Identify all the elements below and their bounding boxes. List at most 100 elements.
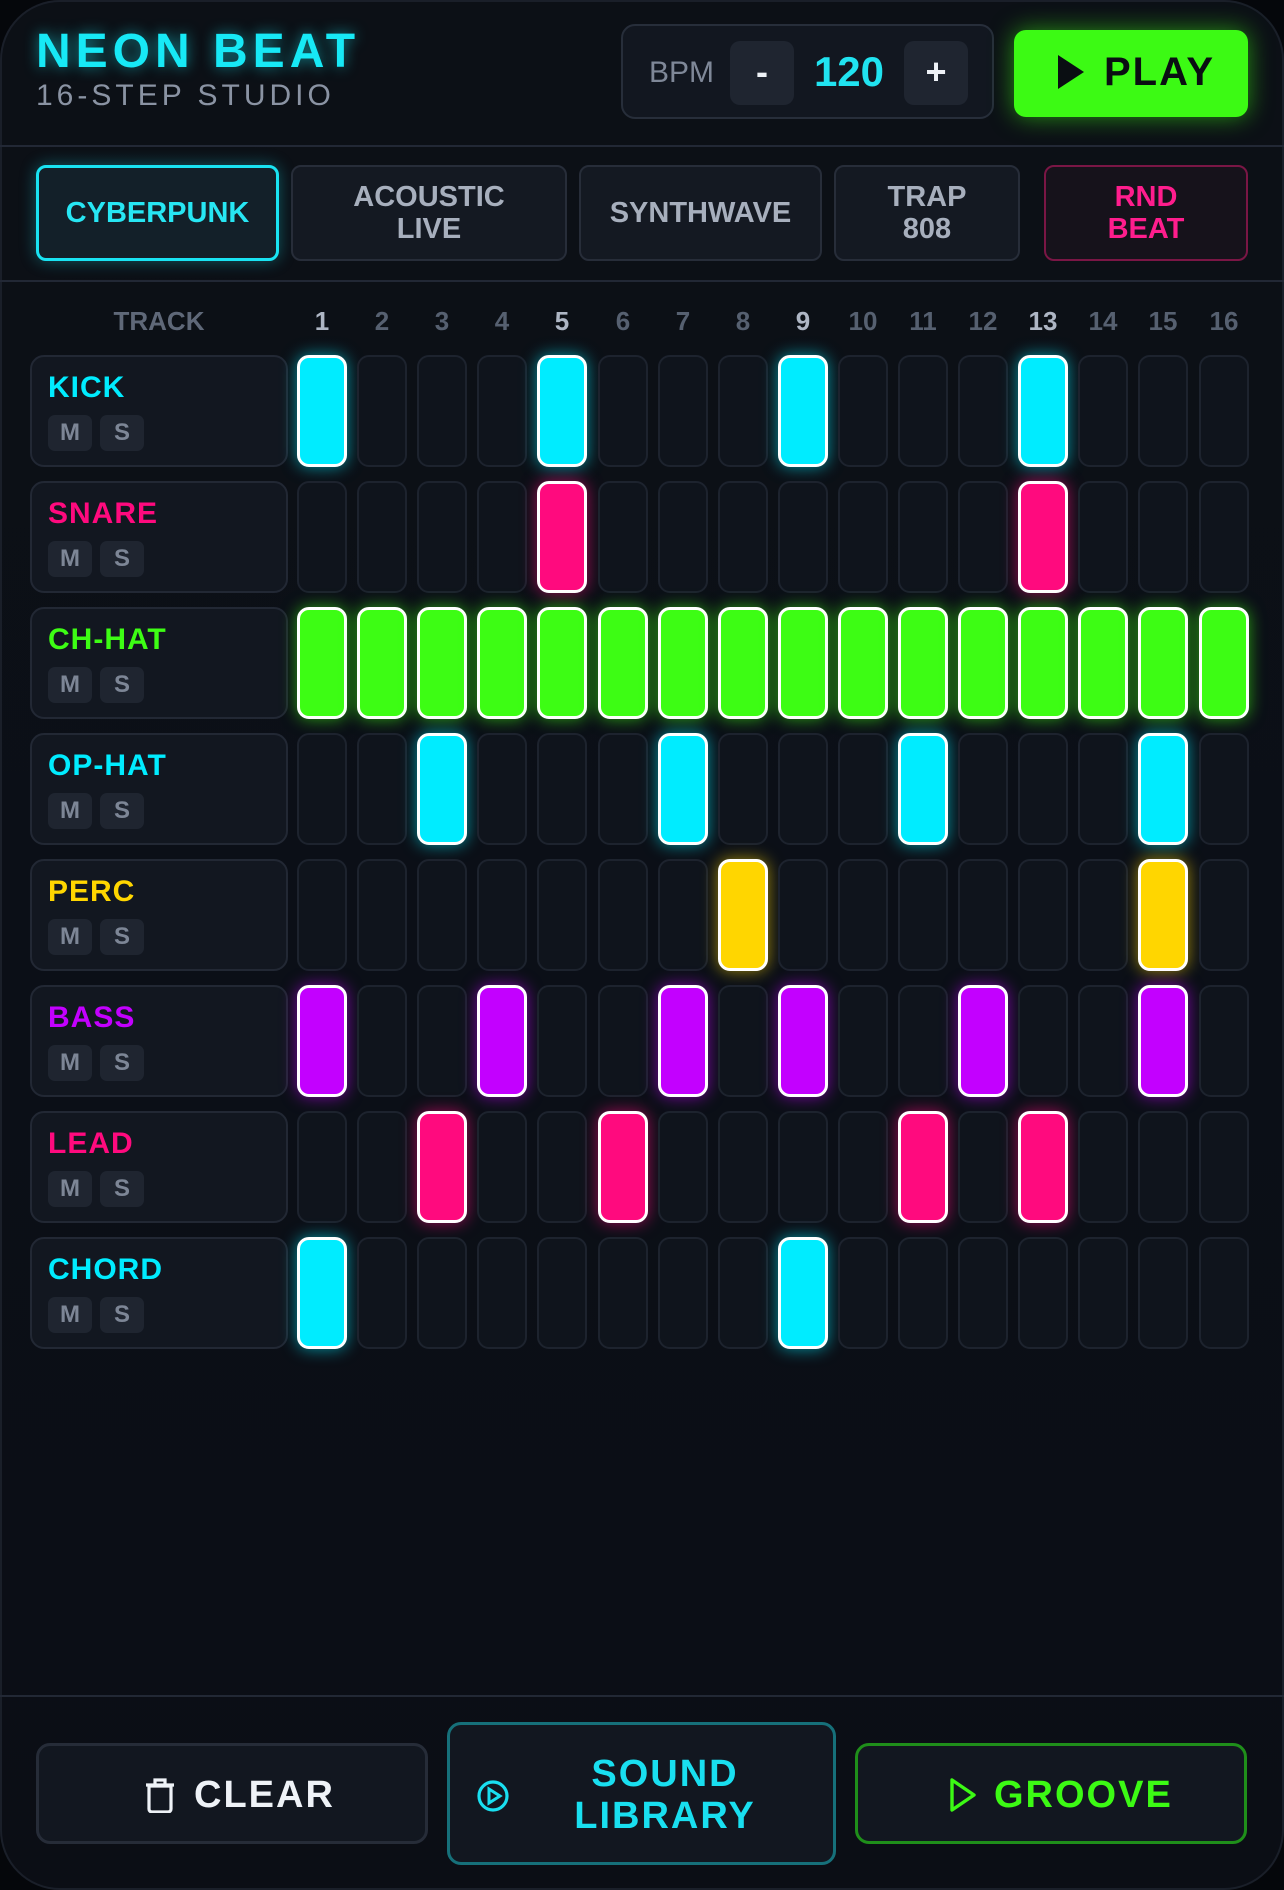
step-pad-snare-10[interactable] bbox=[838, 481, 888, 593]
step-pad-lead-13[interactable] bbox=[1018, 1111, 1068, 1223]
step-pad-kick-1[interactable] bbox=[297, 355, 347, 467]
step-pad-snare-13[interactable] bbox=[1018, 481, 1068, 593]
step-pad-op-hat-1[interactable] bbox=[297, 733, 347, 845]
step-pad-snare-14[interactable] bbox=[1078, 481, 1128, 593]
step-pad-op-hat-6[interactable] bbox=[598, 733, 648, 845]
step-pad-perc-8[interactable] bbox=[718, 859, 768, 971]
step-pad-snare-1[interactable] bbox=[297, 481, 347, 593]
step-pad-ch-hat-1[interactable] bbox=[297, 607, 347, 719]
step-pad-chord-11[interactable] bbox=[898, 1237, 948, 1349]
step-pad-op-hat-16[interactable] bbox=[1199, 733, 1249, 845]
step-pad-ch-hat-10[interactable] bbox=[838, 607, 888, 719]
step-pad-bass-6[interactable] bbox=[598, 985, 648, 1097]
step-pad-ch-hat-8[interactable] bbox=[718, 607, 768, 719]
step-pad-chord-7[interactable] bbox=[658, 1237, 708, 1349]
step-pad-ch-hat-5[interactable] bbox=[537, 607, 587, 719]
step-pad-bass-16[interactable] bbox=[1199, 985, 1249, 1097]
step-pad-chord-5[interactable] bbox=[537, 1237, 587, 1349]
step-pad-chord-2[interactable] bbox=[357, 1237, 407, 1349]
step-pad-kick-12[interactable] bbox=[958, 355, 1008, 467]
step-pad-lead-10[interactable] bbox=[838, 1111, 888, 1223]
step-pad-bass-4[interactable] bbox=[477, 985, 527, 1097]
step-pad-lead-3[interactable] bbox=[417, 1111, 467, 1223]
step-pad-kick-5[interactable] bbox=[537, 355, 587, 467]
step-pad-snare-12[interactable] bbox=[958, 481, 1008, 593]
step-pad-bass-11[interactable] bbox=[898, 985, 948, 1097]
step-pad-lead-11[interactable] bbox=[898, 1111, 948, 1223]
step-pad-op-hat-12[interactable] bbox=[958, 733, 1008, 845]
step-pad-chord-10[interactable] bbox=[838, 1237, 888, 1349]
step-pad-bass-5[interactable] bbox=[537, 985, 587, 1097]
step-pad-snare-11[interactable] bbox=[898, 481, 948, 593]
step-pad-op-hat-4[interactable] bbox=[477, 733, 527, 845]
preset-cyberpunk[interactable]: CYBERPUNK bbox=[36, 165, 279, 261]
step-pad-op-hat-2[interactable] bbox=[357, 733, 407, 845]
step-pad-kick-4[interactable] bbox=[477, 355, 527, 467]
solo-button[interactable]: S bbox=[100, 919, 144, 955]
step-pad-perc-2[interactable] bbox=[357, 859, 407, 971]
step-pad-perc-1[interactable] bbox=[297, 859, 347, 971]
step-pad-lead-5[interactable] bbox=[537, 1111, 587, 1223]
mute-button[interactable]: M bbox=[48, 415, 92, 451]
random-beat-button[interactable]: RND BEAT bbox=[1044, 165, 1248, 261]
mute-button[interactable]: M bbox=[48, 1171, 92, 1207]
step-pad-chord-8[interactable] bbox=[718, 1237, 768, 1349]
bpm-increase-button[interactable]: + bbox=[904, 41, 968, 105]
solo-button[interactable]: S bbox=[100, 1297, 144, 1333]
step-pad-ch-hat-12[interactable] bbox=[958, 607, 1008, 719]
step-pad-perc-9[interactable] bbox=[778, 859, 828, 971]
step-pad-op-hat-3[interactable] bbox=[417, 733, 467, 845]
step-pad-bass-2[interactable] bbox=[357, 985, 407, 1097]
mute-button[interactable]: M bbox=[48, 541, 92, 577]
step-pad-chord-6[interactable] bbox=[598, 1237, 648, 1349]
step-pad-perc-13[interactable] bbox=[1018, 859, 1068, 971]
step-pad-chord-13[interactable] bbox=[1018, 1237, 1068, 1349]
step-pad-bass-9[interactable] bbox=[778, 985, 828, 1097]
step-pad-lead-14[interactable] bbox=[1078, 1111, 1128, 1223]
solo-button[interactable]: S bbox=[100, 1171, 144, 1207]
step-pad-bass-7[interactable] bbox=[658, 985, 708, 1097]
preset-acoustic-live[interactable]: ACOUSTIC LIVE bbox=[291, 165, 567, 261]
solo-button[interactable]: S bbox=[100, 1045, 144, 1081]
step-pad-snare-7[interactable] bbox=[658, 481, 708, 593]
solo-button[interactable]: S bbox=[100, 541, 144, 577]
step-pad-op-hat-13[interactable] bbox=[1018, 733, 1068, 845]
step-pad-perc-6[interactable] bbox=[598, 859, 648, 971]
step-pad-kick-13[interactable] bbox=[1018, 355, 1068, 467]
step-pad-lead-16[interactable] bbox=[1199, 1111, 1249, 1223]
step-pad-chord-15[interactable] bbox=[1138, 1237, 1188, 1349]
step-pad-snare-5[interactable] bbox=[537, 481, 587, 593]
step-pad-kick-7[interactable] bbox=[658, 355, 708, 467]
step-pad-lead-6[interactable] bbox=[598, 1111, 648, 1223]
step-pad-op-hat-11[interactable] bbox=[898, 733, 948, 845]
step-pad-ch-hat-4[interactable] bbox=[477, 607, 527, 719]
step-pad-chord-4[interactable] bbox=[477, 1237, 527, 1349]
step-pad-lead-7[interactable] bbox=[658, 1111, 708, 1223]
step-pad-kick-2[interactable] bbox=[357, 355, 407, 467]
step-pad-lead-1[interactable] bbox=[297, 1111, 347, 1223]
step-pad-kick-14[interactable] bbox=[1078, 355, 1128, 467]
step-pad-ch-hat-13[interactable] bbox=[1018, 607, 1068, 719]
step-pad-chord-16[interactable] bbox=[1199, 1237, 1249, 1349]
step-pad-kick-9[interactable] bbox=[778, 355, 828, 467]
clear-button[interactable]: CLEAR bbox=[36, 1743, 428, 1844]
step-pad-perc-4[interactable] bbox=[477, 859, 527, 971]
preset-synthwave[interactable]: SYNTHWAVE bbox=[579, 165, 822, 261]
mute-button[interactable]: M bbox=[48, 1045, 92, 1081]
step-pad-lead-15[interactable] bbox=[1138, 1111, 1188, 1223]
step-pad-chord-12[interactable] bbox=[958, 1237, 1008, 1349]
step-pad-kick-6[interactable] bbox=[598, 355, 648, 467]
step-pad-kick-10[interactable] bbox=[838, 355, 888, 467]
step-pad-snare-2[interactable] bbox=[357, 481, 407, 593]
step-pad-snare-15[interactable] bbox=[1138, 481, 1188, 593]
step-pad-ch-hat-11[interactable] bbox=[898, 607, 948, 719]
step-pad-bass-3[interactable] bbox=[417, 985, 467, 1097]
groove-button[interactable]: GROOVE bbox=[855, 1743, 1247, 1844]
sound-library-button[interactable]: SOUND LIBRARY bbox=[447, 1722, 836, 1865]
step-pad-snare-4[interactable] bbox=[477, 481, 527, 593]
step-pad-ch-hat-6[interactable] bbox=[598, 607, 648, 719]
step-pad-chord-14[interactable] bbox=[1078, 1237, 1128, 1349]
step-pad-snare-9[interactable] bbox=[778, 481, 828, 593]
solo-button[interactable]: S bbox=[100, 415, 144, 451]
step-pad-ch-hat-15[interactable] bbox=[1138, 607, 1188, 719]
